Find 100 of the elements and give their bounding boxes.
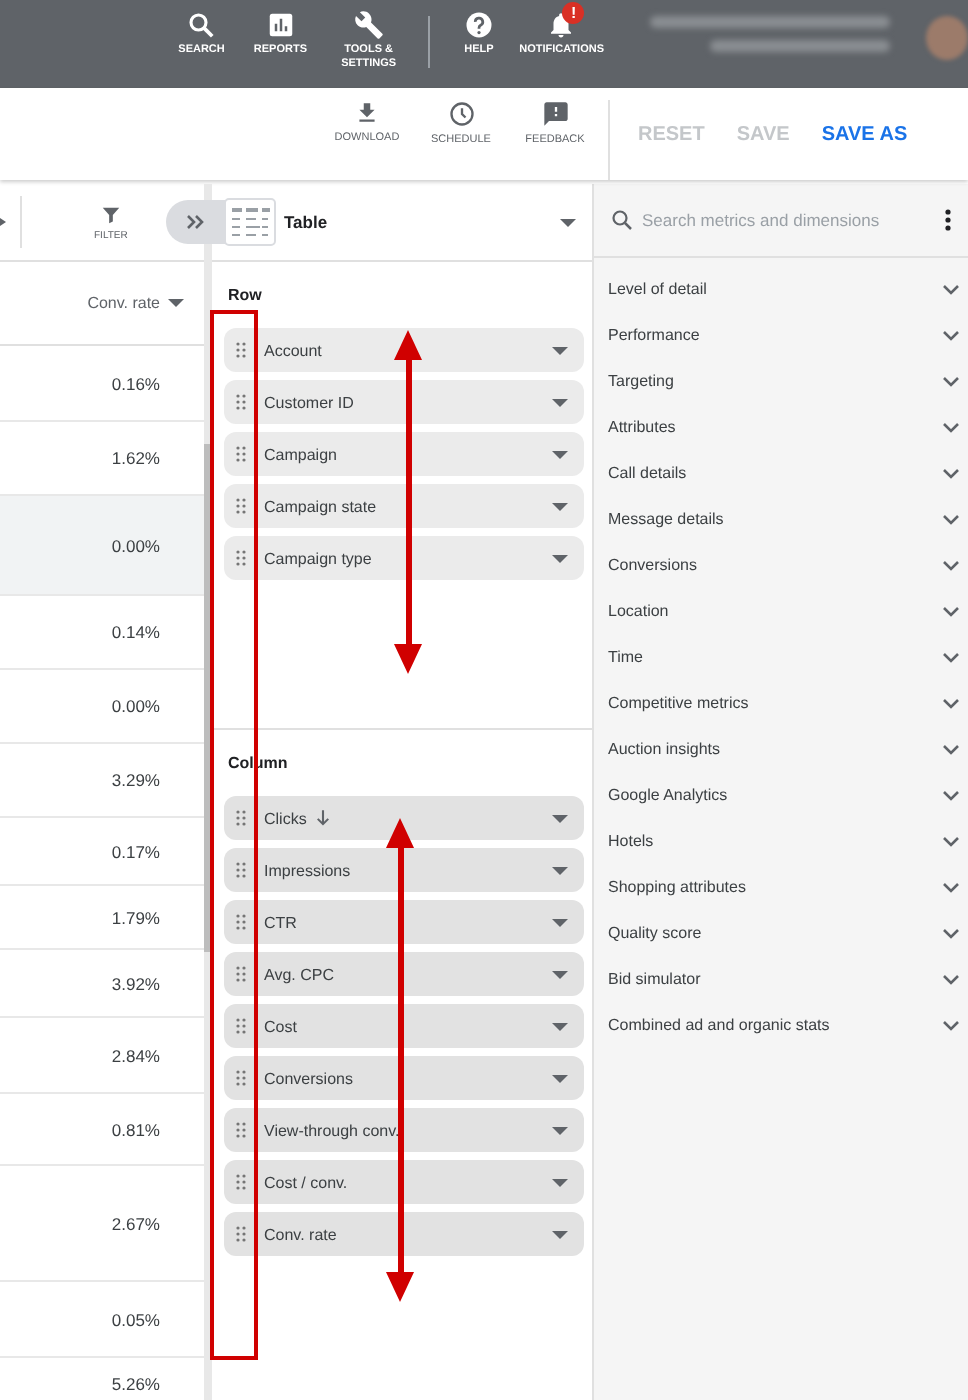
chip-label: Impressions bbox=[264, 861, 351, 879]
wrench-icon bbox=[353, 10, 384, 40]
drag-handle-icon bbox=[236, 342, 246, 358]
dropdown-caret-icon bbox=[552, 449, 568, 459]
chevron-down-icon bbox=[942, 467, 960, 479]
chip-label: Cost bbox=[264, 1017, 297, 1035]
table-cell: 2.67% bbox=[111, 1213, 160, 1233]
field-chip[interactable]: CTR bbox=[224, 900, 584, 944]
table-row[interactable]: 0.05% bbox=[0, 1282, 204, 1358]
drag-handle-icon bbox=[236, 1122, 246, 1138]
table-row[interactable]: 5.26% bbox=[0, 1358, 204, 1400]
table-row[interactable]: 0.16% bbox=[0, 346, 204, 422]
download-icon bbox=[354, 100, 380, 126]
chip-label: Campaign state bbox=[264, 497, 377, 515]
double-chevron-icon bbox=[186, 214, 206, 230]
action-button[interactable]: SAVE AS bbox=[809, 116, 920, 154]
table-cell: 1.79% bbox=[111, 907, 160, 927]
category-item[interactable]: Bid simulator bbox=[594, 956, 968, 1002]
chart-type-dropdown[interactable]: Table bbox=[224, 198, 576, 246]
chip-label: Campaign type bbox=[264, 549, 372, 567]
dropdown-caret-icon bbox=[552, 1229, 568, 1239]
field-chip[interactable]: Impressions bbox=[224, 848, 584, 892]
expand-button[interactable] bbox=[166, 200, 226, 244]
drag-handle-icon bbox=[236, 1070, 246, 1086]
chevron-down-icon bbox=[942, 743, 960, 755]
field-chip[interactable]: Avg. CPC bbox=[224, 952, 584, 996]
chip-label: CTR bbox=[264, 913, 297, 931]
dropdown-caret-icon bbox=[552, 397, 568, 407]
more-options-icon[interactable] bbox=[944, 208, 952, 232]
chevron-down-icon bbox=[942, 835, 960, 847]
column-header[interactable]: Conv. rate bbox=[87, 294, 160, 312]
category-item[interactable]: Hotels bbox=[594, 818, 968, 864]
category-item[interactable]: Combined ad and organic stats bbox=[594, 1002, 968, 1048]
chip-label: Avg. CPC bbox=[264, 965, 334, 983]
drag-handle-icon bbox=[236, 550, 246, 566]
table-row[interactable]: 0.81% bbox=[0, 1094, 204, 1166]
field-chip[interactable]: Campaign bbox=[224, 432, 584, 476]
drag-handle-icon bbox=[236, 394, 246, 410]
chevron-down-icon bbox=[942, 605, 960, 617]
chip-label: Account bbox=[264, 341, 322, 359]
field-chip[interactable]: Conv. rate bbox=[224, 1212, 584, 1256]
field-chip[interactable]: Account bbox=[224, 328, 584, 372]
category-item[interactable]: Performance bbox=[594, 312, 968, 358]
table-cell: 0.00% bbox=[111, 696, 160, 716]
category-item[interactable]: Message details bbox=[594, 496, 968, 542]
dropdown-caret-icon bbox=[552, 501, 568, 511]
chip-label: Conversions bbox=[264, 1069, 353, 1087]
dropdown-caret-icon bbox=[552, 813, 568, 823]
table-cell: 0.14% bbox=[111, 622, 160, 642]
dropdown-caret-icon bbox=[552, 345, 568, 355]
chevron-down-icon bbox=[942, 697, 960, 709]
table-cell: 1.62% bbox=[111, 448, 160, 468]
chevron-down-icon bbox=[942, 559, 960, 571]
category-item[interactable]: Google Analytics bbox=[594, 772, 968, 818]
category-item[interactable]: Location bbox=[594, 588, 968, 634]
dropdown-caret-icon bbox=[552, 1021, 568, 1031]
dropdown-caret-icon bbox=[552, 917, 568, 927]
field-chip[interactable]: Campaign type bbox=[224, 536, 584, 580]
category-item[interactable]: Auction insights bbox=[594, 726, 968, 772]
dropdown-caret-icon bbox=[552, 865, 568, 875]
drag-handle-icon bbox=[236, 914, 246, 930]
sort-caret-icon bbox=[168, 298, 184, 308]
table-cell: 3.92% bbox=[111, 973, 160, 993]
category-item[interactable]: Level of detail bbox=[594, 266, 968, 312]
field-chip[interactable]: Customer ID bbox=[224, 380, 584, 424]
chevron-down-icon bbox=[942, 513, 960, 525]
drag-handle-icon bbox=[236, 1226, 246, 1242]
field-chip[interactable]: Clicks bbox=[224, 796, 584, 840]
filter-icon bbox=[99, 203, 122, 225]
table-row[interactable]: 2.67% bbox=[0, 1166, 204, 1282]
category-item[interactable]: Targeting bbox=[594, 358, 968, 404]
table-row[interactable]: 3.92% bbox=[0, 950, 204, 1018]
drag-handle-icon bbox=[236, 1174, 246, 1190]
field-chip[interactable]: View-through conv. bbox=[224, 1108, 584, 1152]
drag-handle-icon bbox=[236, 810, 246, 826]
category-item[interactable]: Time bbox=[594, 634, 968, 680]
table-icon bbox=[224, 198, 276, 246]
chip-label: Campaign bbox=[264, 445, 337, 463]
category-item[interactable]: Conversions bbox=[594, 542, 968, 588]
clock-icon bbox=[447, 100, 475, 128]
field-chip[interactable]: Cost / conv. bbox=[224, 1160, 584, 1204]
search-icon bbox=[610, 208, 634, 232]
chip-label: Cost / conv. bbox=[264, 1173, 348, 1191]
bell-icon bbox=[546, 10, 577, 40]
dropdown-caret-icon bbox=[560, 217, 576, 227]
field-chip[interactable]: Cost bbox=[224, 1004, 584, 1048]
table-row[interactable]: 2.84% bbox=[0, 1018, 204, 1094]
category-item[interactable]: Call details bbox=[594, 450, 968, 496]
chip-label: Conv. rate bbox=[264, 1225, 337, 1243]
category-item[interactable]: Competitive metrics bbox=[594, 680, 968, 726]
chip-label: Customer ID bbox=[264, 393, 354, 411]
category-item[interactable]: Shopping attributes bbox=[594, 864, 968, 910]
field-chip[interactable]: Conversions bbox=[224, 1056, 584, 1100]
category-item[interactable]: Quality score bbox=[594, 910, 968, 956]
search-field[interactable]: Search metrics and dimensions bbox=[642, 210, 936, 230]
caret-icon bbox=[0, 218, 6, 226]
field-chip[interactable]: Campaign state bbox=[224, 484, 584, 528]
table-row[interactable]: 0.00% bbox=[0, 496, 204, 596]
dropdown-caret-icon bbox=[552, 1125, 568, 1135]
category-item[interactable]: Attributes bbox=[594, 404, 968, 450]
